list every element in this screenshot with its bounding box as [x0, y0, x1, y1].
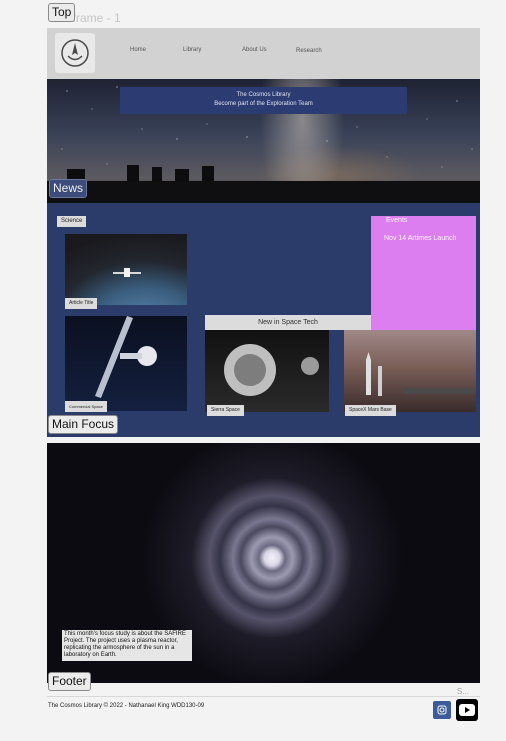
nav-library[interactable]: Library	[183, 47, 201, 53]
main-focus-image: This month's focus study is about the SA…	[47, 443, 480, 683]
hero-subtitle: Become part of the Exploration Team	[214, 101, 313, 107]
footer-divider	[47, 696, 480, 697]
footer-tag[interactable]: Footer	[48, 672, 91, 691]
rocket-emblem-icon	[61, 39, 89, 67]
space-tech-heading: New in Space Tech	[205, 315, 371, 330]
spacecraft-icon	[113, 268, 141, 277]
main-focus-tag[interactable]: Main Focus	[48, 415, 119, 434]
hero-title: The Cosmos Library	[236, 92, 291, 98]
ground-silhouette	[47, 181, 480, 203]
spacex-mars-label[interactable]: SpaceX Mars Base	[345, 405, 396, 416]
commercial-space-label[interactable]: Commercial Space	[65, 401, 107, 412]
spacecraft-module-icon	[224, 344, 319, 396]
events-title: Events	[386, 217, 408, 224]
commercial-space-image[interactable]	[65, 316, 187, 411]
hero-banner: The Cosmos Library Become part of the Ex…	[120, 87, 407, 114]
top-tag[interactable]: Top	[48, 3, 76, 22]
nav-about-us[interactable]: About Us	[242, 47, 267, 53]
science-chip[interactable]: Science	[57, 216, 87, 227]
instagram-icon	[437, 705, 447, 715]
focus-description: This month's focus study is about the SA…	[62, 630, 192, 661]
sierra-space-image[interactable]	[205, 330, 329, 412]
sierra-space-label[interactable]: Sierra Space	[207, 405, 244, 416]
nav-home[interactable]: Home	[130, 47, 146, 53]
starship-icon	[366, 352, 474, 396]
instagram-button[interactable]	[433, 701, 451, 719]
news-tag[interactable]: News	[49, 179, 88, 198]
article-image[interactable]	[65, 234, 187, 305]
youtube-button[interactable]	[456, 699, 478, 721]
youtube-icon	[459, 704, 475, 716]
news-section: Science Article Title Commercial Space E…	[47, 203, 480, 437]
event-item[interactable]: Nov 14 Artimes Launch	[384, 235, 456, 242]
space-station-icon	[95, 316, 157, 398]
scroll-hint: S...	[457, 687, 470, 696]
spacex-mars-image[interactable]	[344, 330, 476, 412]
hero-image: The Cosmos Library Become part of the Ex…	[47, 79, 480, 203]
article-title[interactable]: Article Title	[65, 298, 98, 309]
events-panel: Events Nov 14 Artimes Launch	[371, 216, 476, 330]
logo[interactable]	[55, 33, 95, 73]
nav-research[interactable]: Research	[296, 48, 322, 54]
copyright-text: The Cosmos Library © 2022 - Nathanael Ki…	[48, 703, 205, 709]
site-header: Home Library About Us Research	[47, 28, 480, 79]
